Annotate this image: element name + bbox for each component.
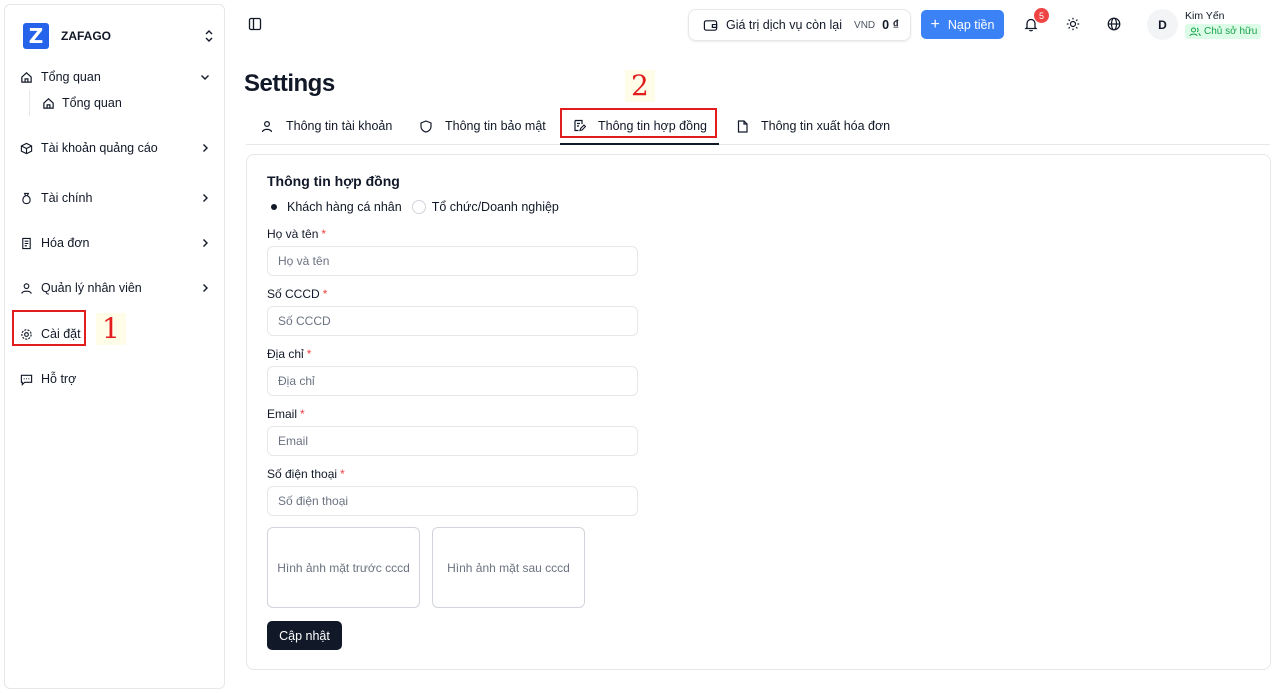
update-button[interactable]: Cập nhật xyxy=(267,621,342,650)
email-input[interactable] xyxy=(267,426,638,456)
sidebar-item-label: Tổng quan xyxy=(62,96,122,110)
sidebar-item-label: Tổng quan xyxy=(41,70,101,84)
topup-button[interactable]: + Nạp tiền xyxy=(921,10,1004,39)
tab-security-info[interactable]: Thông tin bảo mật xyxy=(419,108,546,144)
id-number-input[interactable] xyxy=(267,306,638,336)
radio-label-individual: Khách hàng cá nhân xyxy=(287,200,402,214)
sidebar-item-overview[interactable]: Tổng quan xyxy=(13,62,219,92)
box-icon xyxy=(19,141,33,155)
theme-toggle-button[interactable] xyxy=(1063,14,1083,34)
radio-individual[interactable] xyxy=(267,200,281,214)
sidebar-item-label: Hỗ trợ xyxy=(41,372,77,386)
form-title: Thông tin hợp đồng xyxy=(267,173,400,189)
sidebar-subitem-overview[interactable]: Tổng quan xyxy=(29,90,219,116)
annotation-number-1: 1 xyxy=(96,313,126,345)
field-label-address: Địa chỉ * xyxy=(267,347,312,361)
sidebar-item-staff[interactable]: Quản lý nhân viên xyxy=(13,273,219,303)
wallet-icon xyxy=(703,19,718,31)
chevron-right-icon xyxy=(203,239,208,247)
field-label-phone: Số điện thoại * xyxy=(267,467,345,481)
home-icon xyxy=(42,96,56,110)
sidebar-item-label: Quản lý nhân viên xyxy=(41,281,142,295)
sidebar-item-label: Tài khoản quảng cáo xyxy=(41,141,158,155)
shield-icon xyxy=(419,119,433,133)
annotation-box-contract-tab xyxy=(560,108,717,138)
plus-icon: + xyxy=(930,15,940,33)
role-badge: Chủ sở hữu xyxy=(1185,24,1262,39)
upload-id-back[interactable]: Hình ảnh mặt sau cccd xyxy=(432,527,585,608)
chevron-right-icon xyxy=(203,194,208,202)
balance-currency: VND xyxy=(854,19,876,31)
user-icon xyxy=(19,281,33,295)
notification-count-badge: 5 xyxy=(1034,8,1049,23)
panel-left-icon xyxy=(248,17,262,31)
annotation-number-2: 2 xyxy=(625,70,655,102)
chevrons-up-down-icon[interactable] xyxy=(203,27,215,45)
chevron-right-icon xyxy=(203,284,208,292)
address-input[interactable] xyxy=(267,366,638,396)
balance-display[interactable]: Giá trị dịch vụ còn lại VND 0 ₫ xyxy=(688,9,911,41)
field-label-id-number: Số CCCD * xyxy=(267,287,328,301)
customer-type-radio-group: Khách hàng cá nhân Tổ chức/Doanh nghiệp xyxy=(267,200,569,214)
sidebar-item-finance[interactable]: Tài chính xyxy=(13,183,219,213)
sidebar-item-label: Hóa đơn xyxy=(41,236,90,250)
chat-icon xyxy=(19,372,33,386)
home-icon xyxy=(19,70,33,84)
brand-name: ZAFAGO xyxy=(61,29,111,43)
sun-icon xyxy=(1066,17,1080,31)
user-name: Kim Yến xyxy=(1185,10,1225,22)
topup-label: Nạp tiền xyxy=(947,17,995,32)
chevron-down-icon xyxy=(201,75,209,80)
balance-amount: 0 ₫ xyxy=(882,18,899,32)
settings-tabs: Thông tin tài khoản Thông tin bảo mật Th… xyxy=(246,108,1270,145)
balance-label: Giá trị dịch vụ còn lại xyxy=(726,18,843,32)
users-icon xyxy=(1189,27,1201,36)
file-icon xyxy=(735,119,749,133)
upload-id-front[interactable]: Hình ảnh mặt trước cccd xyxy=(267,527,420,608)
field-label-full-name: Họ và tên * xyxy=(267,227,327,241)
sidebar-toggle-button[interactable] xyxy=(244,13,266,35)
role-label: Chủ sở hữu xyxy=(1204,26,1258,37)
avatar[interactable]: D xyxy=(1147,9,1178,40)
field-label-email: Email * xyxy=(267,407,305,421)
sidebar-item-invoices[interactable]: Hóa đơn xyxy=(13,228,219,258)
tab-label: Thông tin bảo mật xyxy=(445,119,546,133)
phone-input[interactable] xyxy=(267,486,638,516)
globe-icon xyxy=(1107,17,1121,31)
tab-label: Thông tin tài khoản xyxy=(286,119,393,133)
full-name-input[interactable] xyxy=(267,246,638,276)
user-icon xyxy=(260,119,274,133)
chevron-right-icon xyxy=(203,144,208,152)
tab-invoice-info[interactable]: Thông tin xuất hóa đơn xyxy=(735,108,890,144)
radio-label-organization: Tổ chức/Doanh nghiệp xyxy=(431,200,559,214)
money-bag-icon xyxy=(19,191,33,205)
page-title: Settings xyxy=(244,70,335,97)
radio-organization[interactable] xyxy=(411,200,426,214)
workspace-switcher[interactable]: Z ZAFAGO xyxy=(23,21,219,51)
tab-label: Thông tin xuất hóa đơn xyxy=(761,119,891,133)
language-button[interactable] xyxy=(1104,14,1124,34)
sidebar: Z ZAFAGO Tổng quan Tổng quan Tài khoản q… xyxy=(4,4,225,689)
sidebar-item-label: Tài chính xyxy=(41,191,93,205)
receipt-icon xyxy=(19,236,33,250)
sidebar-item-support[interactable]: Hỗ trợ xyxy=(13,364,219,394)
sidebar-item-ad-accounts[interactable]: Tài khoản quảng cáo xyxy=(13,133,219,163)
tab-account-info[interactable]: Thông tin tài khoản xyxy=(260,108,392,144)
contract-form-card: Thông tin hợp đồng Khách hàng cá nhân Tổ… xyxy=(246,154,1271,670)
annotation-box-settings xyxy=(12,310,86,346)
zafago-logo: Z xyxy=(23,23,49,49)
